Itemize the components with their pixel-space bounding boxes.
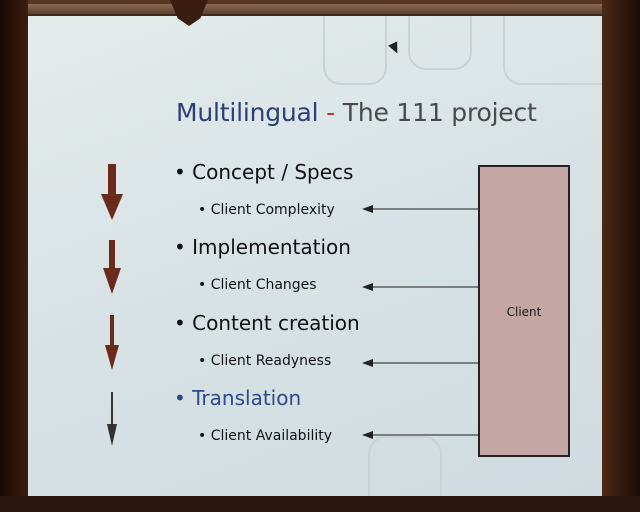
room-right-wall (602, 0, 640, 512)
left-arrow-icon (362, 205, 478, 213)
down-arrow-icon (103, 240, 121, 294)
down-arrow-icon (105, 315, 119, 370)
left-arrow-icon (362, 283, 478, 291)
room-left-wall (0, 0, 28, 512)
slide-arrows (101, 164, 478, 446)
left-arrow-icon (362, 431, 478, 439)
left-arrow-icon (362, 359, 478, 367)
down-arrow-icon (101, 164, 123, 220)
presentation-slide: Multilingual - The 111 project • Concept… (28, 16, 602, 496)
down-arrow-icon (107, 392, 117, 446)
projector-screen-rail (18, 4, 622, 14)
room-floor (0, 496, 640, 512)
